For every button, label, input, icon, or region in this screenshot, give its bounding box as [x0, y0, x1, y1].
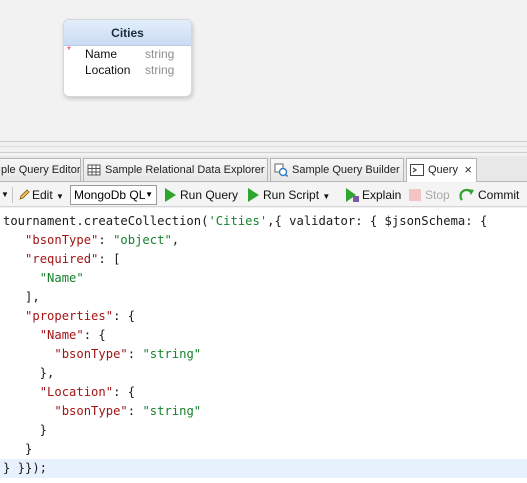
entity-field-name[interactable]: * Name string [64, 45, 191, 62]
code-line: "Name" [39, 271, 84, 285]
play-icon [248, 188, 259, 202]
code-line: tournament.createCollection('Cities',{ v… [3, 214, 488, 228]
edit-menu-button[interactable]: Edit ▼ [18, 183, 64, 207]
current-line-highlight [0, 459, 527, 478]
edit-label: Edit [32, 188, 53, 202]
chevron-down-icon[interactable]: ▼ [1, 183, 9, 207]
code-line: "required": [ [25, 252, 121, 266]
field-name-label: Name [85, 47, 118, 61]
chevron-down-icon: ▼ [145, 190, 153, 199]
entity-card-cities[interactable]: Cities * Name string Location string [63, 19, 192, 97]
app-window: { "diagram": { "entity": { "title": "Cit… [0, 0, 527, 483]
entity-field-location[interactable]: Location string [64, 62, 191, 78]
console-icon [410, 164, 424, 176]
code-line: "bsonType": "string" [54, 404, 202, 418]
explain-label: Explain [362, 188, 402, 202]
commit-label: Commit [478, 188, 520, 202]
code-line: "properties": { [25, 309, 136, 323]
tab-query-builder[interactable]: Sample Query Builder [270, 158, 404, 181]
stop-button[interactable]: Stop [409, 183, 450, 207]
field-name-label: Location [85, 63, 131, 77]
code-line: ], [3, 290, 40, 304]
query-language-select[interactable]: MongoDb QL ▼ [70, 185, 157, 205]
code-line: "bsonType": "object", [25, 233, 180, 247]
tab-label: Sample Query Builder [292, 164, 400, 176]
code-line: } [3, 442, 33, 456]
chevron-down-icon: ▼ [322, 192, 331, 201]
run-query-label: Run Query [180, 188, 239, 202]
stop-label: Stop [425, 188, 450, 202]
field-type-label: string [145, 63, 175, 77]
tab-bar: ple Query Editor Sample Relational Data … [0, 156, 527, 182]
commit-icon [459, 188, 474, 201]
panel-splitter[interactable] [0, 141, 527, 153]
code-line: "Name": { [39, 328, 106, 342]
close-icon[interactable]: × [464, 159, 472, 181]
chevron-down-icon: ▼ [56, 192, 64, 201]
run-script-button[interactable]: Run Script ▼ [248, 183, 330, 207]
run-query-button[interactable]: Run Query [165, 183, 238, 207]
diagram-canvas[interactable]: Cities * Name string Location string [0, 0, 527, 141]
tab-query-editor[interactable]: ple Query Editor [0, 158, 81, 181]
tab-label: Sample Relational Data Explorer [105, 164, 265, 176]
query-toolbar: ▼ Edit ▼ MongoDb QL ▼ Run Query Run Scri… [0, 183, 527, 207]
code-line: "bsonType": "string" [54, 347, 202, 361]
required-marker: * [67, 45, 71, 56]
explain-icon [346, 188, 359, 202]
field-type-label: string [145, 47, 175, 61]
code-editor[interactable]: tournament.createCollection('Cities',{ v… [0, 208, 527, 483]
entity-title: Cities [64, 20, 191, 46]
run-script-label: Run Script [263, 188, 320, 202]
tab-label: ple Query Editor [1, 164, 81, 176]
tab-query[interactable]: Query × [406, 158, 477, 182]
code-line: }, [3, 366, 55, 380]
code-line: } [3, 423, 48, 437]
code-line: } }}); [3, 461, 48, 475]
tab-label: Query [428, 164, 458, 176]
stop-icon [409, 189, 421, 201]
pencil-icon [19, 189, 30, 200]
query-builder-icon [274, 163, 288, 177]
table-grid-icon [87, 164, 101, 176]
commit-button[interactable]: Commit [459, 183, 519, 207]
code-line: "Location": { [39, 385, 136, 399]
play-icon [165, 188, 176, 202]
tab-relational-data-explorer[interactable]: Sample Relational Data Explorer [83, 158, 268, 181]
explain-button[interactable]: Explain [344, 183, 401, 207]
query-language-value: MongoDb QL [74, 188, 146, 202]
